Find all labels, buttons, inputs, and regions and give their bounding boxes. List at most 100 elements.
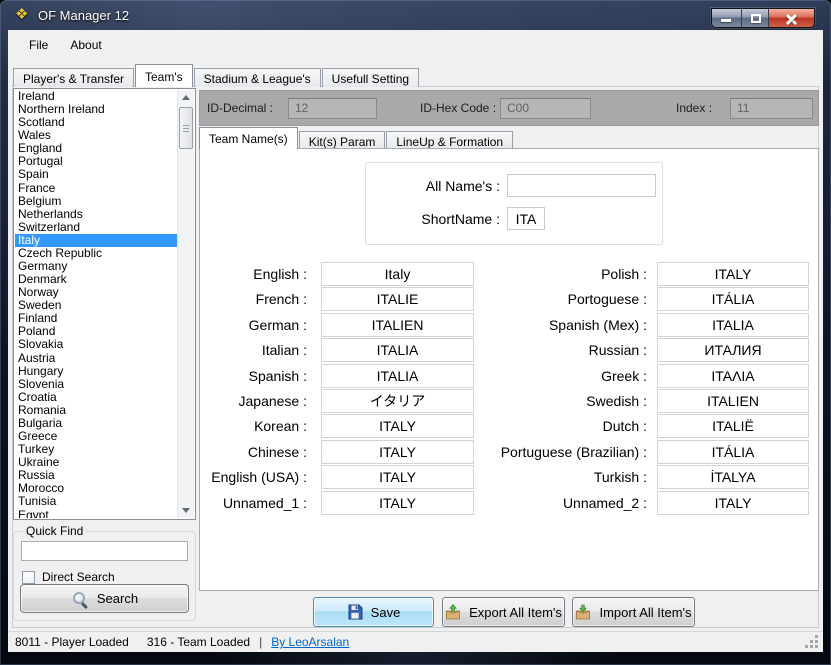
inner-tab-strip: Team Name(s)Kit(s) ParamLineUp & Formati…	[199, 127, 514, 149]
app-window: ❖ OF Manager 12 File About Player's & Tr…	[0, 0, 831, 665]
scroll-up-icon[interactable]	[178, 90, 194, 106]
export-button-label: Export All Item's	[469, 605, 562, 620]
id-decimal-value[interactable]: 12	[288, 98, 377, 119]
list-item-switzerland[interactable]: Switzerland	[15, 221, 177, 234]
all-names-row: All Name's :	[366, 174, 656, 197]
import-button[interactable]: Import All Item's	[572, 597, 695, 627]
name-row-greek: Greek :ΙΤΑΛΙΑ	[400, 364, 809, 388]
list-item-italy[interactable]: Italy	[15, 234, 177, 247]
menu-about[interactable]: About	[61, 34, 110, 56]
client-area: File About Player's & TransferTeam'sStad…	[8, 30, 823, 652]
credit-link[interactable]: By LeoArsalan	[271, 635, 349, 649]
status-bar: 8011 - Player Loaded 316 - Team Loaded |…	[8, 631, 823, 652]
name-row-russian: Russian :ИТАЛИЯ	[400, 338, 809, 362]
window-controls	[711, 8, 815, 28]
list-item-slovakia[interactable]: Slovakia	[15, 338, 177, 351]
name-label: French :	[200, 291, 313, 307]
name-label: Japanese :	[200, 393, 313, 409]
close-button[interactable]	[769, 9, 814, 27]
search-button-label: Search	[97, 591, 138, 606]
name-input[interactable]: ITÁLIA	[657, 287, 809, 311]
direct-search-checkbox[interactable]	[22, 571, 35, 584]
name-input[interactable]: ИТАЛИЯ	[657, 338, 809, 362]
menu-file[interactable]: File	[20, 34, 57, 56]
tab-usefull-setting[interactable]: Usefull Setting	[322, 68, 419, 87]
name-label: English (USA) :	[200, 469, 313, 485]
country-list-box: IrelandNorthern IrelandScotlandWalesEngl…	[13, 88, 196, 520]
id-panel: ID-Decimal : 12 ID-Hex Code : C00 Index …	[199, 90, 819, 126]
tab-team-s[interactable]: Team's	[135, 64, 193, 87]
name-input[interactable]: ITALY	[657, 262, 809, 286]
minimize-button[interactable]	[712, 9, 741, 27]
id-hex-label: ID-Hex Code :	[420, 101, 496, 115]
list-item-slovenia[interactable]: Slovenia	[15, 378, 177, 391]
name-input[interactable]: ITALIEN	[657, 389, 809, 413]
tab-team-name-s[interactable]: Team Name(s)	[199, 127, 298, 149]
name-label: German :	[200, 317, 313, 333]
name-label: Italian :	[200, 342, 313, 358]
scroll-thumb[interactable]	[179, 107, 193, 149]
name-row-swedish: Swedish :ITALIEN	[400, 389, 809, 413]
name-input[interactable]: ΙΤΑΛΙΑ	[657, 364, 809, 388]
direct-search-label: Direct Search	[42, 570, 115, 584]
name-row-dutch: Dutch :ITALIË	[400, 414, 809, 438]
maximize-button[interactable]	[741, 9, 769, 27]
country-list: IrelandNorthern IrelandScotlandWalesEngl…	[15, 90, 177, 518]
name-label: English :	[200, 266, 313, 282]
shortname-input[interactable]	[507, 207, 545, 230]
maximize-icon	[751, 14, 761, 23]
list-item-austria[interactable]: Austria	[15, 352, 177, 365]
list-item-netherlands[interactable]: Netherlands	[15, 208, 177, 221]
package-arrow-down-icon	[575, 604, 591, 620]
name-label: Korean :	[200, 418, 313, 434]
name-row-polish: Polish :ITALY	[400, 262, 809, 286]
list-item-spain[interactable]: Spain	[15, 168, 177, 181]
name-label: Spanish :	[200, 368, 313, 384]
name-input[interactable]: ITALIA	[657, 313, 809, 337]
list-scrollbar[interactable]	[177, 90, 194, 518]
name-row-turkish: Turkish :İTALYA	[400, 465, 809, 489]
name-input[interactable]: ITALIË	[657, 414, 809, 438]
name-label: Portoguese :	[400, 291, 653, 307]
name-input[interactable]: ITALY	[657, 491, 809, 515]
team-names-panel: All Name's : ShortName : English :ItalyF…	[199, 148, 819, 591]
minimize-icon	[721, 19, 731, 22]
index-value[interactable]: 11	[730, 98, 813, 119]
resize-grip[interactable]	[805, 635, 818, 648]
list-item-romania[interactable]: Romania	[15, 404, 177, 417]
quick-find-input[interactable]	[21, 541, 188, 561]
tab-player-s-transfer[interactable]: Player's & Transfer	[13, 68, 134, 87]
list-item-belgium[interactable]: Belgium	[15, 195, 177, 208]
all-names-input[interactable]	[507, 174, 656, 197]
name-label: Russian :	[400, 342, 653, 358]
export-button[interactable]: Export All Item's	[442, 597, 565, 627]
list-item-egypt[interactable]: Egypt	[15, 509, 177, 519]
list-item-hungary[interactable]: Hungary	[15, 365, 177, 378]
list-item-tunisia[interactable]: Tunisia	[15, 495, 177, 508]
id-decimal-label: ID-Decimal :	[207, 101, 273, 115]
name-label: Swedish :	[400, 393, 653, 409]
name-label: Dutch :	[400, 418, 653, 434]
save-button-label: Save	[371, 605, 401, 620]
name-input[interactable]: ITÁLIA	[657, 440, 809, 464]
tab-kit-s-param[interactable]: Kit(s) Param	[299, 131, 386, 149]
floppy-disk-icon	[347, 604, 363, 620]
all-names-label: All Name's :	[366, 178, 507, 194]
name-input[interactable]: İTALYA	[657, 465, 809, 489]
menu-bar: File About	[8, 30, 823, 60]
quick-find-group: Quick Find Direct Search Search	[13, 524, 196, 621]
id-hex-value[interactable]: C00	[500, 98, 591, 119]
tab-lineup-formation[interactable]: LineUp & Formation	[386, 131, 513, 149]
package-arrow-up-icon	[445, 604, 461, 620]
search-button[interactable]: Search	[20, 584, 189, 613]
direct-search-row: Direct Search	[22, 570, 187, 584]
list-item-france[interactable]: France	[15, 182, 177, 195]
titlebar[interactable]: ❖ OF Manager 12	[0, 0, 831, 30]
name-row-spanish-mex: Spanish (Mex) :ITALIA	[400, 313, 809, 337]
scroll-down-icon[interactable]	[178, 502, 194, 518]
list-item-croatia[interactable]: Croatia	[15, 391, 177, 404]
name-label: Polish :	[400, 266, 653, 282]
names-col-right: Polish :ITALYPortoguese :ITÁLIASpanish (…	[400, 262, 809, 516]
tab-stadium-league-s[interactable]: Stadium & League's	[194, 68, 321, 87]
save-button[interactable]: Save	[313, 597, 434, 627]
